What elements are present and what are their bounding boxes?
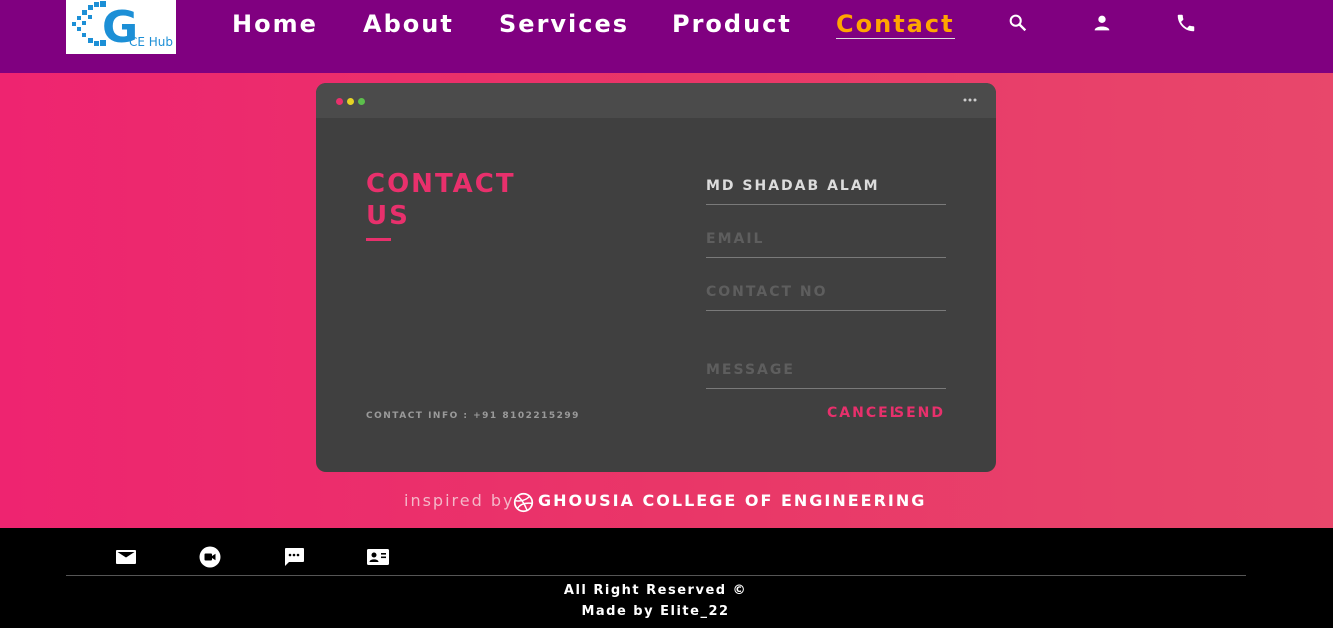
more-icon[interactable] <box>962 97 978 103</box>
rights-text: All Right Reserved © <box>563 583 748 598</box>
name-field[interactable] <box>706 178 946 205</box>
person-icon[interactable] <box>1091 12 1113 34</box>
top-navbar: G CE Hub Home About Services Product Con… <box>0 0 1333 73</box>
logo[interactable]: G CE Hub <box>66 0 176 54</box>
window-dot-yellow <box>347 98 354 105</box>
email-field[interactable] <box>706 231 946 258</box>
contact-card-icon[interactable] <box>366 545 390 569</box>
window-dot-green <box>358 98 365 105</box>
cancel-button[interactable]: CANCEL <box>827 405 901 421</box>
contact-card: CONTACT US CONTACT INFO : +91 8102215299… <box>316 83 996 472</box>
footer: All Right Reserved © Made by Elite_22 <box>0 528 1333 628</box>
contact-no-field[interactable] <box>706 284 946 311</box>
send-button[interactable]: SEND <box>894 405 945 421</box>
contact-title-line2: US <box>366 201 410 231</box>
contact-title-line1: CONTACT <box>366 169 516 199</box>
contact-title: CONTACT US <box>366 168 526 232</box>
main-section: CONTACT US CONTACT INFO : +91 8102215299… <box>0 73 1333 528</box>
phone-icon[interactable] <box>1175 12 1197 34</box>
nav-link-about[interactable]: About <box>363 10 454 38</box>
contact-info: CONTACT INFO : +91 8102215299 <box>366 411 580 421</box>
card-header <box>316 83 996 118</box>
window-dot-red <box>336 98 343 105</box>
nav-link-services[interactable]: Services <box>499 10 629 38</box>
search-icon[interactable] <box>1007 12 1029 34</box>
nav-link-home[interactable]: Home <box>232 10 318 38</box>
dribbble-icon <box>513 492 534 513</box>
email-icon[interactable] <box>114 545 138 569</box>
college-name[interactable]: GHOUSIA COLLEGE OF ENGINEERING <box>538 491 926 510</box>
inspired-by-text: inspired by <box>404 491 515 510</box>
message-field[interactable] <box>706 362 946 389</box>
made-by-text: Made by Elite_22 <box>581 604 730 619</box>
chat-icon[interactable] <box>282 545 306 569</box>
title-underline <box>366 238 391 241</box>
nav-link-product[interactable]: Product <box>672 10 792 38</box>
footer-divider <box>66 575 1246 576</box>
video-call-icon[interactable] <box>198 545 222 569</box>
logo-text: CE Hub <box>129 35 174 49</box>
nav-link-contact[interactable]: Contact <box>836 10 955 39</box>
